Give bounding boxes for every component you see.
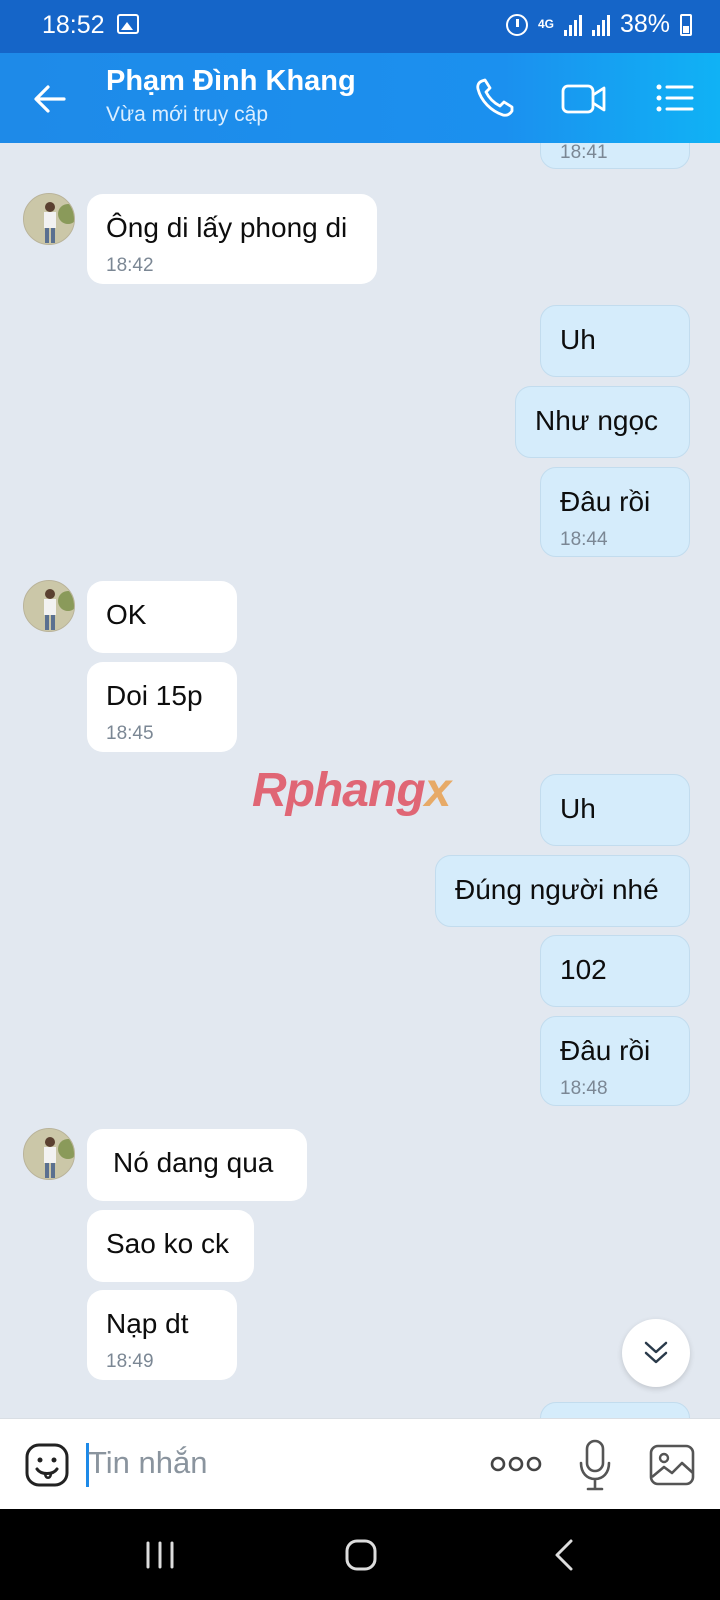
home-icon[interactable]: [341, 1535, 381, 1575]
gallery-icon[interactable]: [648, 1443, 696, 1487]
message-text: 102: [560, 954, 607, 985]
message-bubble-outgoing[interactable]: Uh: [540, 305, 690, 377]
message-time: 18:44: [560, 529, 608, 550]
message-bubble-incoming[interactable]: Doi 15p 18:45: [87, 662, 237, 752]
message-text: Đúng người nhé: [455, 874, 659, 905]
signal-icon: [563, 14, 582, 36]
avatar[interactable]: [23, 1128, 75, 1180]
more-dots-icon[interactable]: [490, 1452, 542, 1476]
recent-apps-icon[interactable]: [140, 1535, 180, 1575]
message-time: 18:42: [106, 255, 154, 276]
message-time: 18:48: [560, 1078, 608, 1099]
message-text: Như ngọc: [535, 405, 659, 436]
message-text: Uh: [560, 793, 596, 824]
message-bubble-outgoing[interactable]: Đâu rồi 18:48: [540, 1016, 690, 1106]
message-bubble-incoming[interactable]: Nó dang qua: [87, 1129, 307, 1201]
status-indicators: 4G 38%: [505, 10, 692, 39]
message-input[interactable]: Tin nhắn: [88, 1445, 208, 1481]
system-navigation-bar: [0, 1509, 720, 1600]
alarm-icon: [505, 13, 528, 36]
avatar[interactable]: [23, 580, 75, 632]
battery-level: 38%: [619, 10, 670, 38]
message-bubble-incoming[interactable]: Sao ko ck: [87, 1210, 254, 1282]
message-text: OK: [106, 599, 147, 630]
phone-icon[interactable]: [472, 75, 520, 121]
watermark-logo: Rphangx: [252, 764, 451, 817]
message-text: Uh: [560, 324, 596, 355]
status-bar: 18:52 4G 38%: [0, 0, 720, 53]
scroll-to-bottom-button[interactable]: [622, 1319, 690, 1387]
message-text: Đâu rồi: [560, 486, 651, 517]
network-type: 4G: [537, 17, 554, 31]
contact-status: Vừa mới truy cập: [106, 103, 269, 126]
message-text: Ông di lấy phong di: [106, 212, 348, 243]
message-text: Doi 15p: [106, 680, 203, 711]
image-notification-icon: [117, 14, 139, 34]
message-text: Đâu rồi: [560, 1035, 651, 1066]
message-list[interactable]: 18:41 Ông di lấy phong di 18:42 Uh Như n…: [0, 143, 720, 1418]
signal-icon-2: [591, 14, 610, 36]
contact-name[interactable]: Phạm Đình Khang: [106, 65, 356, 98]
message-bubble-incoming[interactable]: Nạp dt 18:49: [87, 1290, 237, 1380]
message-bubble-incoming[interactable]: OK: [87, 581, 237, 653]
back-arrow-icon[interactable]: [28, 77, 72, 121]
back-nav-icon[interactable]: [545, 1535, 585, 1575]
message-bubble-outgoing[interactable]: Uh: [540, 774, 690, 846]
microphone-icon[interactable]: [578, 1439, 612, 1491]
message-time: 18:41: [560, 143, 608, 163]
message-bubble-incoming[interactable]: Ông di lấy phong di 18:42: [87, 194, 377, 284]
message-bubble-outgoing[interactable]: Như ngọc: [515, 386, 690, 458]
chevron-double-down-icon: [644, 1341, 668, 1364]
message-text: Sao ko ck: [106, 1228, 229, 1259]
sticker-icon[interactable]: [24, 1442, 70, 1488]
message-time: 18:45: [106, 723, 154, 744]
battery-icon: [680, 13, 692, 36]
message-bubble-outgoing[interactable]: Đúng người nhé: [435, 855, 690, 927]
message-text: Nạp dt: [106, 1308, 189, 1339]
chat-header: Phạm Đình Khang Vừa mới truy cập: [0, 53, 720, 143]
message-composer: Tin nhắn: [0, 1418, 720, 1509]
message-bubble-outgoing[interactable]: 18:41: [540, 143, 690, 169]
status-time: 18:52: [42, 11, 105, 39]
video-camera-icon[interactable]: [560, 75, 608, 121]
message-bubble-outgoing[interactable]: Đâu rồi 18:44: [540, 467, 690, 557]
avatar[interactable]: [23, 193, 75, 245]
message-bubble-outgoing[interactable]: [540, 1402, 690, 1418]
message-time: 18:49: [106, 1351, 154, 1372]
message-text: Nó dang qua: [113, 1147, 274, 1178]
list-icon[interactable]: [652, 75, 700, 121]
message-bubble-outgoing[interactable]: 102: [540, 935, 690, 1007]
